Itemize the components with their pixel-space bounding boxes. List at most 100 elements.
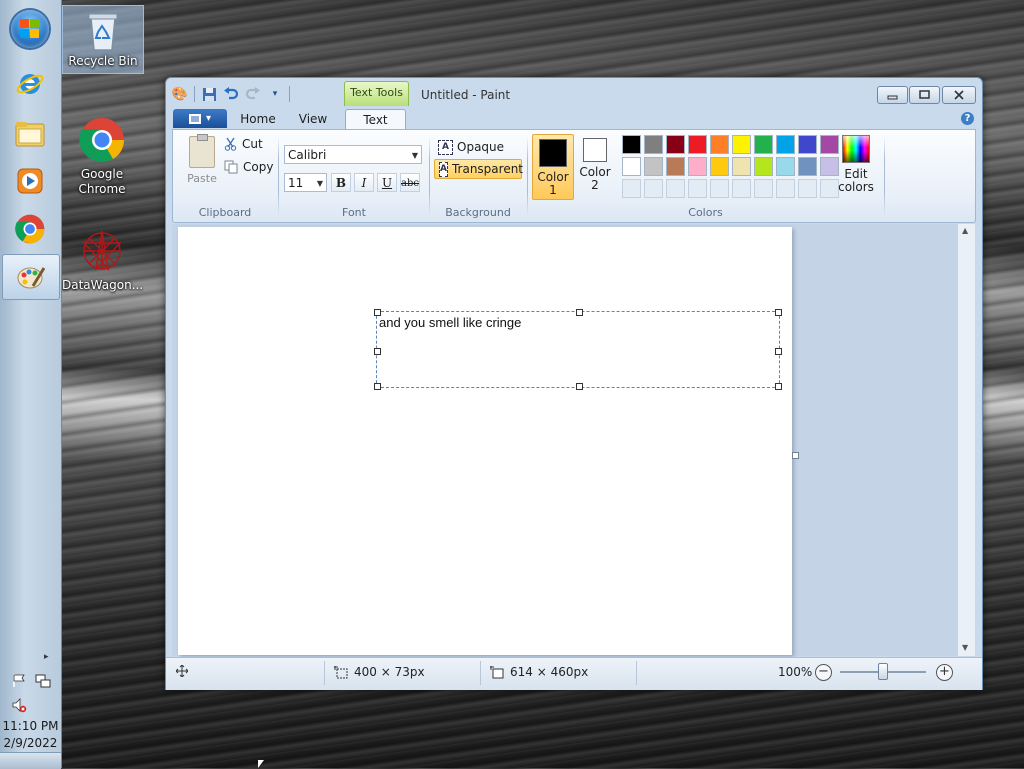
palette-color-swatch[interactable] — [754, 135, 773, 154]
palette-custom-slot[interactable] — [644, 179, 663, 198]
italic-button[interactable]: I — [354, 173, 374, 192]
taskbar-media-player[interactable] — [4, 159, 56, 203]
taskbar-paint[interactable] — [2, 254, 60, 300]
paste-button[interactable]: Paste — [185, 134, 219, 185]
tab-text[interactable]: Text — [345, 109, 406, 130]
palette-custom-slot[interactable] — [798, 179, 817, 198]
edit-colors-button[interactable]: Edit colors — [836, 135, 876, 194]
close-icon — [954, 90, 964, 100]
resize-handle[interactable] — [576, 383, 583, 390]
palette-custom-slot[interactable] — [754, 179, 773, 198]
maximize-button[interactable] — [909, 86, 940, 104]
strikethrough-button[interactable]: abc — [400, 173, 420, 192]
action-center-flag-icon[interactable] — [11, 672, 27, 688]
font-size-select[interactable]: 11 ▼ — [284, 173, 327, 192]
resize-handle[interactable] — [374, 348, 381, 355]
clock-date[interactable]: 2/9/2022 — [0, 736, 61, 750]
bold-button[interactable]: B — [331, 173, 351, 192]
desktop-icon-datawagon[interactable]: DataWagon... — [62, 228, 143, 293]
underline-button[interactable]: U — [377, 173, 397, 192]
network-icon[interactable] — [35, 673, 51, 689]
minimize-button[interactable] — [877, 86, 908, 104]
close-button[interactable] — [942, 86, 976, 104]
help-icon[interactable]: ? — [961, 112, 974, 125]
palette-custom-slot[interactable] — [776, 179, 795, 198]
palette-color-swatch[interactable] — [732, 135, 751, 154]
resize-handle[interactable] — [775, 383, 782, 390]
zoom-slider-thumb[interactable] — [878, 663, 888, 680]
chrome-icon — [79, 118, 124, 162]
palette-custom-slot[interactable] — [710, 179, 729, 198]
taskbar-chrome[interactable] — [4, 207, 56, 251]
color-1-swatch — [539, 139, 567, 167]
palette-custom-slot[interactable] — [732, 179, 751, 198]
resize-handle[interactable] — [775, 348, 782, 355]
redo-icon[interactable] — [245, 86, 261, 102]
resize-handle[interactable] — [374, 383, 381, 390]
palette-color-swatch[interactable] — [666, 135, 685, 154]
save-icon[interactable] — [201, 86, 217, 102]
palette-color-swatch[interactable] — [688, 135, 707, 154]
palette-color-swatch[interactable] — [644, 157, 663, 176]
text-box[interactable]: and you smell like cringe — [374, 309, 782, 390]
start-button[interactable] — [11, 10, 49, 48]
palette-color-swatch[interactable] — [710, 157, 729, 176]
opaque-label: Opaque — [457, 140, 505, 154]
taskbar-internet-explorer[interactable] — [4, 62, 56, 106]
recycle-bin-icon — [88, 13, 118, 51]
resize-handle[interactable] — [374, 309, 381, 316]
drawing-canvas[interactable]: and you smell like cringe — [178, 227, 792, 655]
tab-view[interactable]: View — [290, 109, 336, 129]
palette-color-swatch[interactable] — [776, 135, 795, 154]
palette-custom-slot[interactable] — [622, 179, 641, 198]
palette-custom-slot[interactable] — [666, 179, 685, 198]
palette-color-swatch[interactable] — [798, 135, 817, 154]
color-1-button[interactable]: Color 1 — [532, 134, 574, 200]
vertical-scrollbar[interactable]: ▲ ▼ — [957, 224, 975, 656]
text-box-content[interactable]: and you smell like cringe — [379, 315, 521, 330]
font-family-select[interactable]: Calibri ▼ — [284, 145, 422, 164]
palette-color-swatch[interactable] — [644, 135, 663, 154]
volume-muted-icon[interactable] — [11, 697, 27, 713]
cut-button[interactable]: Cut — [224, 137, 263, 151]
transparent-button[interactable]: A Transparent — [434, 159, 523, 179]
file-menu-button[interactable]: ▾ — [173, 109, 227, 128]
file-menu-icon — [188, 113, 201, 124]
zoom-out-button[interactable]: − — [815, 664, 832, 681]
file-explorer-icon — [15, 122, 45, 147]
ribbon-tab-bar: ▾ Home View Text — [166, 107, 982, 130]
paint-app-icon[interactable]: 🎨 — [172, 86, 188, 102]
copy-button[interactable]: Copy — [224, 160, 273, 174]
tab-home[interactable]: Home — [236, 109, 280, 129]
taskbar-file-explorer[interactable] — [4, 112, 56, 156]
opaque-button[interactable]: A Opaque — [434, 137, 508, 157]
palette-color-swatch[interactable] — [732, 157, 751, 176]
desktop-icon-recycle-bin[interactable]: Recycle Bin — [62, 5, 144, 74]
paste-label: Paste — [187, 172, 217, 185]
opaque-icon: A — [438, 139, 453, 155]
desktop-icon-google-chrome[interactable]: Google Chrome — [62, 117, 142, 197]
resize-handle[interactable] — [576, 309, 583, 316]
clock-time[interactable]: 11:10 PM — [0, 719, 61, 733]
scroll-down-icon[interactable]: ▼ — [962, 643, 968, 652]
tray-overflow-chevron[interactable]: ▸ — [44, 652, 49, 662]
show-desktop-button[interactable] — [0, 752, 61, 769]
palette-color-swatch[interactable] — [754, 157, 773, 176]
palette-color-swatch[interactable] — [622, 135, 641, 154]
customize-qat-icon[interactable]: ▾ — [267, 86, 283, 102]
palette-color-swatch[interactable] — [666, 157, 685, 176]
palette-color-swatch[interactable] — [710, 135, 729, 154]
palette-color-swatch[interactable] — [622, 157, 641, 176]
edit-colors-label-line2: colors — [838, 180, 874, 194]
palette-custom-slot[interactable] — [688, 179, 707, 198]
resize-handle[interactable] — [775, 309, 782, 316]
scroll-up-icon[interactable]: ▲ — [962, 226, 968, 235]
zoom-in-button[interactable]: + — [936, 664, 953, 681]
palette-color-swatch[interactable] — [776, 157, 795, 176]
undo-icon[interactable] — [223, 86, 239, 102]
palette-color-swatch[interactable] — [798, 157, 817, 176]
ribbon: Paste Cut Copy Clipboard Calibri ▼ 11 ▼ … — [172, 129, 976, 223]
color-2-button[interactable]: Color 2 — [575, 135, 615, 199]
canvas-resize-handle[interactable] — [792, 452, 799, 459]
palette-color-swatch[interactable] — [688, 157, 707, 176]
